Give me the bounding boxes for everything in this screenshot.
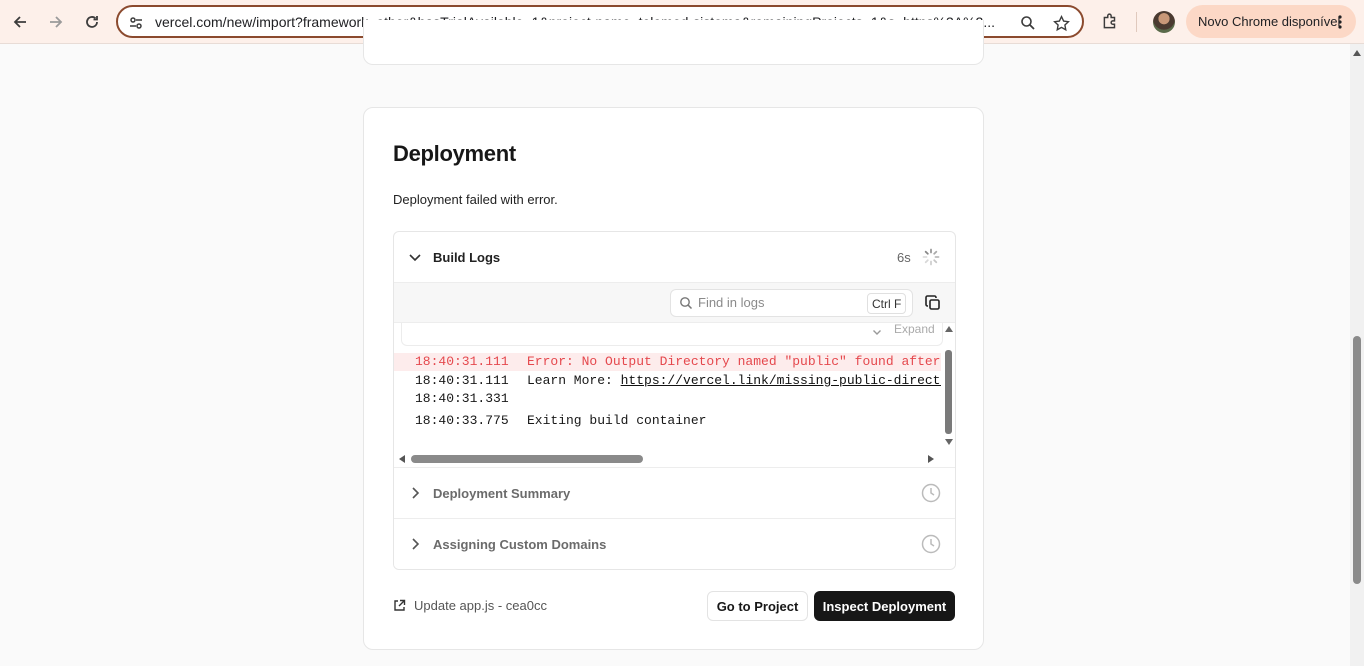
previous-card — [363, 20, 984, 65]
section-label: Deployment Summary — [433, 486, 571, 501]
build-logs-panel: Build Logs 6s Ctrl F Expa — [393, 231, 956, 570]
update-chip-label: Novo Chrome disponível — [1198, 14, 1341, 29]
clock-icon — [921, 534, 941, 554]
chrome-update-chip[interactable]: Novo Chrome disponível — [1186, 5, 1356, 38]
log-search-input[interactable] — [698, 295, 858, 310]
missing-public-directory-link[interactable]: https://vercel.link/missing-public-direc… — [621, 373, 941, 388]
page-scrollbar[interactable] — [1350, 44, 1364, 666]
log-search-box[interactable]: Ctrl F — [670, 289, 913, 317]
extensions-button[interactable] — [1098, 10, 1122, 34]
chevron-down-icon — [409, 254, 421, 262]
scroll-down-arrow-icon[interactable] — [945, 439, 953, 445]
forward-arrow-icon — [50, 16, 63, 28]
copy-logs-icon[interactable] — [924, 294, 942, 312]
commit-link[interactable]: Update app.js - cea0cc — [393, 598, 547, 613]
profile-avatar[interactable] — [1153, 11, 1175, 33]
log-timestamp: 18:40:31.331 — [415, 391, 509, 406]
expand-label: Expand — [894, 322, 935, 336]
back-button[interactable] — [8, 10, 32, 34]
log-vertical-scroll-thumb[interactable] — [945, 350, 952, 434]
puzzle-icon — [1103, 13, 1116, 29]
chevron-right-icon — [412, 487, 420, 499]
chevron-right-icon — [412, 538, 420, 550]
deployment-status-text: Deployment failed with error. — [393, 192, 558, 207]
search-shortcut-badge: Ctrl F — [867, 293, 907, 314]
log-line: 18:40:33.775 Exiting build container — [394, 412, 941, 430]
log-line: 18:40:31.111 Error: No Output Directory … — [394, 353, 941, 371]
log-line: 18:40:31.111 Learn More: https://vercel.… — [394, 372, 941, 390]
log-line: 18:40:31.331 — [394, 390, 941, 408]
more-vert-icon[interactable] — [1337, 14, 1343, 30]
log-vertical-scrollbar[interactable] — [941, 323, 955, 449]
deployment-title: Deployment — [393, 141, 516, 166]
inspect-deployment-button[interactable]: Inspect Deployment — [814, 591, 955, 621]
assigning-custom-domains-section[interactable]: Assigning Custom Domains — [394, 518, 955, 569]
scroll-up-arrow-icon — [1353, 50, 1361, 56]
expand-chevron-icon — [873, 330, 881, 335]
back-arrow-icon — [13, 16, 26, 28]
loading-spinner-icon — [922, 248, 940, 266]
log-message: Error: No Output Directory named "public… — [527, 354, 941, 369]
log-timestamp: 18:40:33.775 — [415, 413, 509, 428]
section-label: Assigning Custom Domains — [433, 537, 607, 552]
zoom-icon[interactable] — [1018, 13, 1038, 33]
build-logs-header[interactable]: Build Logs 6s — [394, 232, 955, 283]
go-to-project-button[interactable]: Go to Project — [707, 591, 808, 621]
log-timestamp: 18:40:31.111 — [415, 373, 509, 388]
deployment-summary-section[interactable]: Deployment Summary — [394, 467, 955, 518]
scroll-left-arrow-icon[interactable] — [399, 455, 405, 463]
clock-icon — [921, 483, 941, 503]
log-search-bar: Ctrl F — [394, 283, 955, 323]
scroll-right-arrow-icon[interactable] — [928, 455, 934, 463]
log-message: Learn More: https://vercel.link/missing-… — [527, 373, 941, 388]
build-logs-label: Build Logs — [433, 250, 501, 265]
log-output: Expand 18:40:31.111 Error: No Output Dir… — [394, 322, 955, 466]
log-message: Exiting build container — [527, 413, 707, 428]
reload-icon — [86, 16, 98, 28]
log-horizontal-scrollbar[interactable] — [394, 451, 941, 466]
build-duration: 6s — [897, 250, 911, 265]
external-link-icon — [394, 599, 406, 611]
scroll-up-arrow-icon[interactable] — [945, 326, 953, 332]
reload-button[interactable] — [80, 10, 104, 34]
log-timestamp: 18:40:31.111 — [415, 354, 509, 369]
log-message-text: Learn More: — [527, 373, 621, 388]
page-scrollbar-thumb[interactable] — [1353, 336, 1361, 584]
forward-button[interactable] — [44, 10, 68, 34]
bookmark-star-icon[interactable] — [1051, 13, 1071, 33]
expand-logs-row[interactable]: Expand — [401, 322, 943, 346]
commit-message[interactable]: Update app.js - cea0cc — [414, 598, 547, 613]
deployment-card: Deployment Deployment failed with error.… — [363, 107, 984, 650]
toolbar-divider — [1136, 12, 1137, 32]
search-icon — [680, 297, 693, 310]
log-horizontal-scroll-thumb[interactable] — [411, 455, 643, 463]
site-info-icon[interactable] — [126, 13, 146, 33]
